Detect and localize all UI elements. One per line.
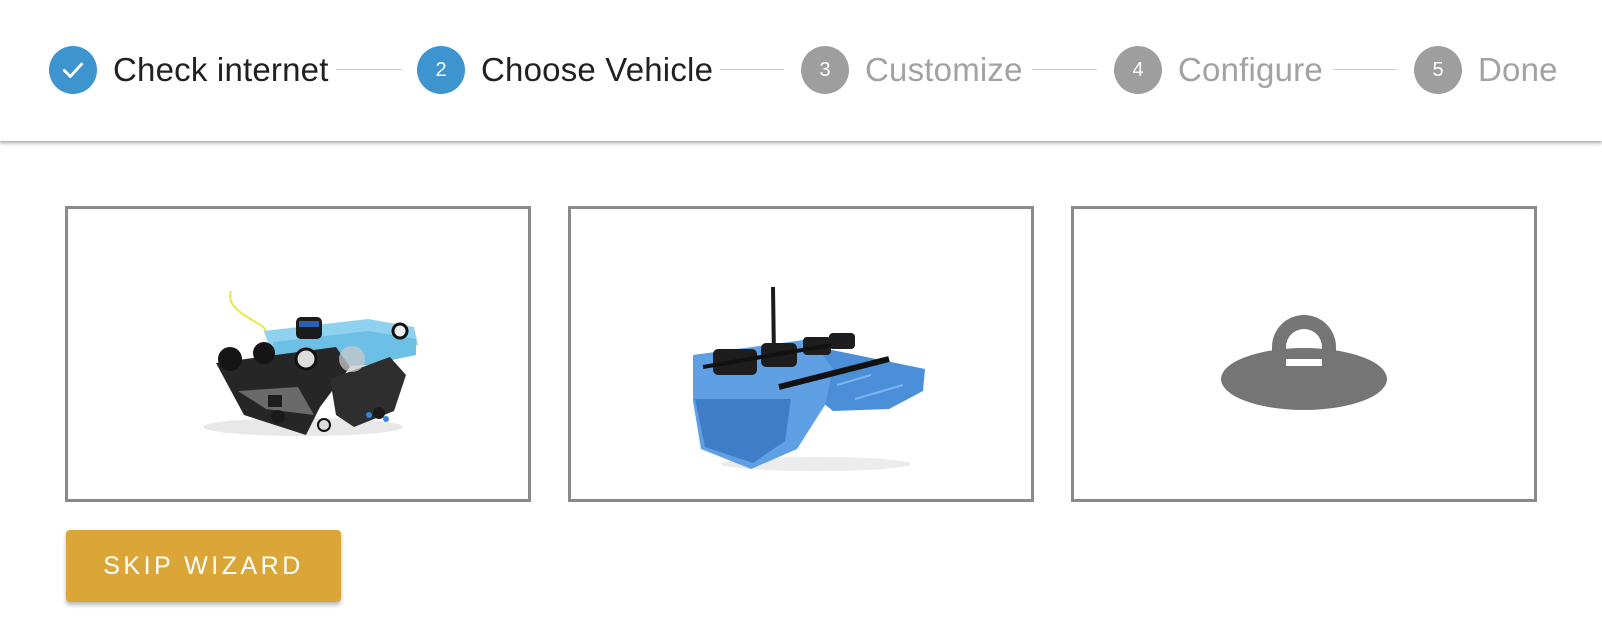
skip-wizard-button[interactable]: SKIP WIZARD [66,530,341,602]
step-5-number: 5 [1432,58,1444,81]
vehicle-card-other[interactable] [1071,206,1537,502]
step-done[interactable]: 5 Done [1414,46,1558,94]
wizard-stepper: Check internet 2 Choose Vehicle 3 Custom… [0,0,1602,141]
step-3-number: 3 [819,58,831,81]
step-5-label: Done [1478,51,1558,88]
step-check-internet[interactable]: Check internet [49,46,329,94]
step-1-label: Check internet [113,51,329,88]
step-3-circle: 3 [801,46,849,94]
step-2-number: 2 [435,58,447,81]
step-5-circle: 5 [1414,46,1462,94]
step-3-label: Customize [865,51,1023,88]
step-2-circle: 2 [417,46,465,94]
ufo-icon [1221,315,1387,410]
step-configure[interactable]: 4 Configure [1114,46,1323,94]
check-icon [62,62,84,78]
step-4-number: 4 [1132,58,1144,81]
step-2-label: Choose Vehicle [481,51,714,88]
step-1-circle [49,46,97,94]
step-connector [1032,69,1097,70]
step-4-label: Configure [1178,51,1323,88]
step-choose-vehicle[interactable]: 2 Choose Vehicle [417,46,713,94]
step-connector [720,69,784,70]
step-connector [1333,69,1397,70]
vehicle-card-boat[interactable] [568,206,1034,502]
vehicle-card-rov[interactable] [65,206,531,502]
step-connector [336,69,402,70]
step-customize[interactable]: 3 Customize [801,46,1023,94]
step-4-circle: 4 [1114,46,1162,94]
catamaran-boat-image [693,286,925,471]
underwater-rov-image [203,290,418,436]
